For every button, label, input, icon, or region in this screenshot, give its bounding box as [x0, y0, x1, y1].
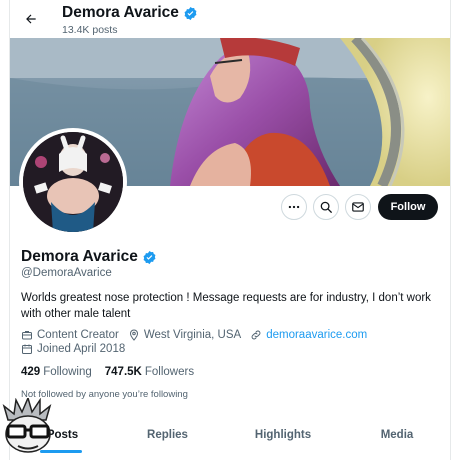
frame-edge-right: [450, 0, 451, 460]
top-name-row: Demora Avarice: [62, 4, 198, 22]
follow-button[interactable]: Follow: [378, 194, 438, 220]
tab-media[interactable]: Media: [372, 420, 422, 450]
category-item: Content Creator: [21, 329, 119, 341]
profile-avatar[interactable]: [19, 128, 127, 236]
category-label: Content Creator: [37, 329, 119, 341]
avatar-image: [23, 132, 123, 232]
back-button[interactable]: [20, 8, 42, 30]
profile-joined-row: Joined April 2018: [21, 343, 134, 355]
profile-tabs: Posts Replies Highlights Media: [10, 420, 450, 460]
tab-replies[interactable]: Replies: [140, 420, 195, 450]
joined-label: Joined April 2018: [37, 343, 126, 355]
following-count: 429: [21, 366, 41, 378]
message-button[interactable]: [345, 194, 371, 220]
follow-counts: 429 Following 747.5K Followers: [21, 366, 194, 378]
following-label: Following: [43, 366, 92, 378]
location-pin-icon: [129, 329, 138, 341]
followers-label: Followers: [144, 366, 195, 378]
top-profile-name: Demora Avarice: [62, 4, 179, 21]
more-button[interactable]: [281, 194, 307, 220]
tab-highlights[interactable]: Highlights: [248, 420, 318, 450]
profile-bio: Worlds greatest nose protection ! Messag…: [21, 292, 431, 320]
website-link[interactable]: demoraavarice.com: [266, 329, 367, 341]
website-item[interactable]: demoraavarice.com: [250, 329, 367, 341]
verified-badge-icon: [143, 250, 156, 264]
location-item: West Virginia, USA: [128, 329, 241, 341]
link-icon: [251, 330, 261, 340]
profile-meta-row: Content Creator West Virginia, USA demor…: [21, 329, 376, 341]
profile-name: Demora Avarice: [21, 248, 138, 265]
more-icon: [288, 205, 300, 209]
search-icon: [320, 201, 332, 213]
mascot-sticker-image: [0, 395, 58, 456]
message-icon: [352, 202, 364, 212]
calendar-icon: [22, 344, 32, 354]
verified-badge-icon: [184, 6, 197, 20]
posts-count: 13.4K posts: [62, 24, 118, 36]
briefcase-icon: [22, 331, 32, 340]
followers-count: 747.5K: [104, 366, 142, 378]
profile-top-bar: Demora Avarice 13.4K posts: [10, 0, 450, 40]
following-link[interactable]: 429 Following: [21, 366, 92, 378]
joined-item: Joined April 2018: [21, 343, 125, 355]
search-profile-button[interactable]: [313, 194, 339, 220]
profile-name-row: Demora Avarice: [21, 248, 157, 266]
followers-link[interactable]: 747.5K Followers: [105, 366, 194, 378]
profile-handle: @DemoraAvarice: [21, 267, 112, 279]
arrow-left-icon: [26, 14, 36, 24]
location-label: West Virginia, USA: [143, 329, 242, 341]
